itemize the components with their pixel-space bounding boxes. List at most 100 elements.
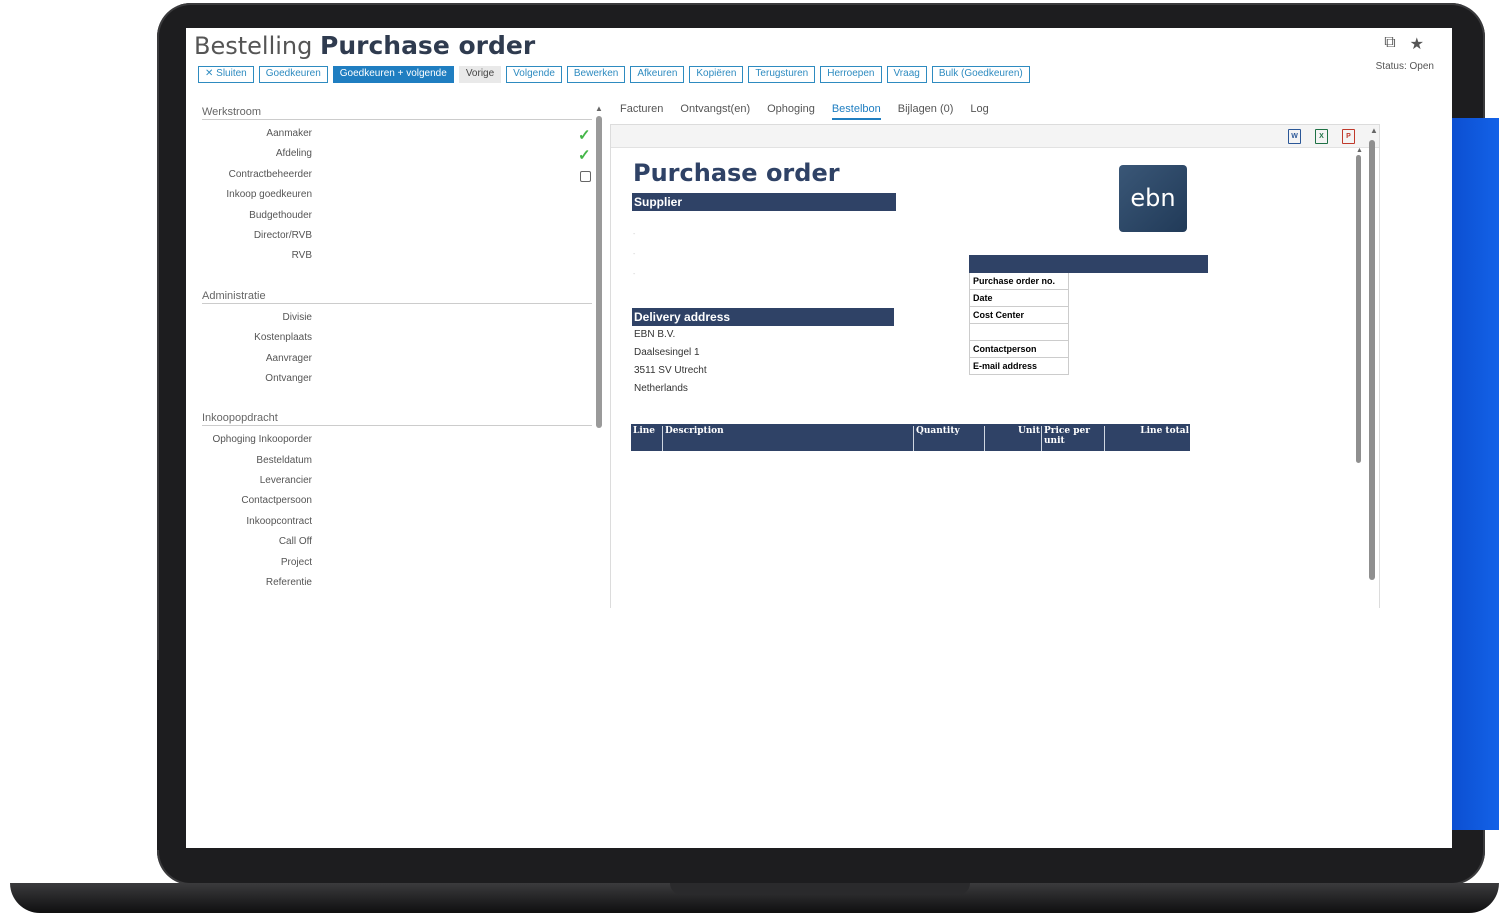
workflow-row-label: Contractbeheerder <box>228 168 312 180</box>
workflow-row: Aanmaker ✓ <box>202 125 594 145</box>
info-table-row: Date <box>969 289 1208 307</box>
excel-icon[interactable]: X <box>1315 129 1328 144</box>
workflow-row-label: Budgethouder <box>249 209 312 221</box>
inkoopopdracht-row-label: Ophoging Inkooporder <box>212 434 312 446</box>
administratie-row-label: Ontvanger <box>265 372 312 384</box>
administratie-list: Divisie Kostenplaats Aanvrager Ontvanger <box>202 309 594 391</box>
logo-text: ebn <box>1130 184 1176 212</box>
inkoopopdracht-row-label: Referentie <box>265 577 312 589</box>
administratie-row: Ontvanger <box>202 370 594 390</box>
lines-column-header: Quantity <box>913 426 983 451</box>
order-lines-header: Line Description Quantity Unit Price per uni… <box>631 424 1190 451</box>
info-value <box>1068 323 1208 341</box>
page-title-main: Purchase order <box>320 31 536 60</box>
administratie-row: Kostenplaats <box>202 329 594 349</box>
delivery-address-line: Netherlands <box>634 383 688 394</box>
info-label <box>969 323 1069 341</box>
info-value <box>1068 289 1208 307</box>
administratie-row: Aanvrager <box>202 350 594 370</box>
administratie-row: Divisie <box>202 309 594 329</box>
inkoopopdracht-row-label: Inkoopcontract <box>246 515 312 527</box>
tab-bestelbon[interactable]: Bestelbon <box>831 103 881 120</box>
toolbar-button-0[interactable]: ✕ Sluiten <box>198 66 254 83</box>
screen-bezel-corner <box>157 660 186 850</box>
inkoopopdracht-row: Referentie <box>202 574 594 594</box>
workflow-row: Afdeling ✓ <box>202 145 594 165</box>
top-icons: ⧉ ★ <box>1384 34 1424 54</box>
lines-column-header: Unit <box>984 426 1040 451</box>
info-table-row: Purchase order no. <box>969 272 1208 290</box>
supplier-heading: Supplier <box>632 193 896 211</box>
ebn-logo: ebn <box>1119 165 1187 232</box>
inkoopopdracht-row-label: Leverancier <box>259 475 312 487</box>
info-table-header <box>969 255 1208 273</box>
toolbar-button-10[interactable]: Vraag <box>886 66 927 83</box>
toolbar-button-4[interactable]: Volgende <box>506 66 562 83</box>
inkoopopdracht-row-label: Call Off <box>278 536 312 548</box>
outer-scrollbar[interactable] <box>1369 140 1375 580</box>
delivery-address-line: 3511 SV Utrecht <box>634 365 707 376</box>
status-text: Status: Open <box>1375 61 1434 72</box>
workflow-row-label: RVB <box>291 250 312 262</box>
toolbar-button-6[interactable]: Afkeuren <box>630 66 685 83</box>
workflow-row: Budgethouder <box>202 207 594 227</box>
tab-bijlagen-0[interactable]: Bijlagen (0) <box>898 103 954 120</box>
toolbar-button-7[interactable]: Kopiëren <box>689 66 744 83</box>
star-icon[interactable]: ★ <box>1410 34 1424 54</box>
document-toolbar: W X P <box>611 125 1379 148</box>
lines-column-header: Line <box>633 426 656 436</box>
administratie-row-label: Aanvrager <box>265 352 312 364</box>
page-title-prefix: Bestelling <box>194 32 313 60</box>
checkbox[interactable] <box>580 170 591 182</box>
section-inkoopopdracht-title: Inkoopopdracht <box>202 412 592 427</box>
outer-scroll-up-icon[interactable]: ▲ <box>1370 126 1378 135</box>
info-label: Cost Center <box>969 306 1069 324</box>
window-icon[interactable]: ⧉ <box>1384 34 1395 54</box>
document-title: Purchase order <box>633 159 840 187</box>
info-label: Purchase order no. <box>969 272 1069 290</box>
pdf-icon[interactable]: P <box>1342 129 1355 144</box>
inkoopopdracht-row: Ophoging Inkooporder <box>202 431 594 451</box>
workflow-row-label: Inkoop goedkeuren <box>226 189 312 201</box>
workflow-row-label: Aanmaker <box>266 128 312 139</box>
toolbar: ✕ Sluiten Goedkeuren Goedkeuren + volgende… <box>198 66 1030 83</box>
info-value <box>1068 357 1208 375</box>
inkoopopdracht-list: Ophoging Inkooporder Besteldatum Leveranci… <box>202 431 594 594</box>
info-label: E-mail address <box>969 357 1069 375</box>
info-label: Contactperson <box>969 340 1069 358</box>
workflow-row-label: Director/RVB <box>253 229 312 241</box>
section-administratie-title: Administratie <box>202 290 592 304</box>
tab-facturen[interactable]: Facturen <box>620 103 663 120</box>
workflow-row: Inkoop goedkeuren <box>202 186 594 206</box>
info-label: Date <box>969 289 1069 307</box>
document-scrollbar[interactable] <box>1356 155 1361 463</box>
toolbar-button-9[interactable]: Herroepen <box>820 66 882 83</box>
toolbar-button-8[interactable]: Terugsturen <box>748 66 816 83</box>
document-preview: W X P ▲ Purchase order Supplier ebn - - … <box>610 124 1380 608</box>
delivery-heading: Delivery address <box>632 308 894 326</box>
section-werkstroom-title: Werkstroom <box>202 106 592 120</box>
info-value <box>1068 272 1208 290</box>
inkoopopdracht-row-label: Besteldatum <box>256 454 312 466</box>
toolbar-button-1[interactable]: Goedkeuren <box>258 66 328 83</box>
inkoopopdracht-row: Leverancier <box>202 472 594 492</box>
toolbar-button-2[interactable]: Goedkeuren + volgende <box>332 66 454 83</box>
left-scrollbar[interactable] <box>596 116 602 428</box>
info-table-row: Cost Center <box>969 306 1208 324</box>
supplier-line-placeholder: - <box>633 251 636 258</box>
word-icon[interactable]: W <box>1288 129 1301 144</box>
tab-ophoging[interactable]: Ophoging <box>767 103 815 120</box>
left-panel: Werkstroom Aanmaker ✓ Afdeling ✓ Contractbeh… <box>202 106 594 606</box>
lines-column-header: Description <box>662 426 912 451</box>
tab-log[interactable]: Log <box>970 103 988 120</box>
toolbar-button-11[interactable]: Bulk (Goedkeuren) <box>931 66 1030 83</box>
inkoopopdracht-row: Besteldatum <box>202 452 594 472</box>
workflow-row-label: Afdeling <box>275 148 312 160</box>
toolbar-button-5[interactable]: Bewerken <box>566 66 626 83</box>
lines-column-header: Line total <box>1104 426 1189 451</box>
tab-ontvangst-en[interactable]: Ontvangst(en) <box>680 103 750 120</box>
inkoopopdracht-row: Call Off <box>202 533 594 553</box>
toolbar-button-3[interactable]: Vorige <box>458 66 502 83</box>
left-scroll-up-icon[interactable]: ▲ <box>595 104 603 113</box>
doc-scroll-up-icon[interactable]: ▲ <box>1356 147 1363 154</box>
